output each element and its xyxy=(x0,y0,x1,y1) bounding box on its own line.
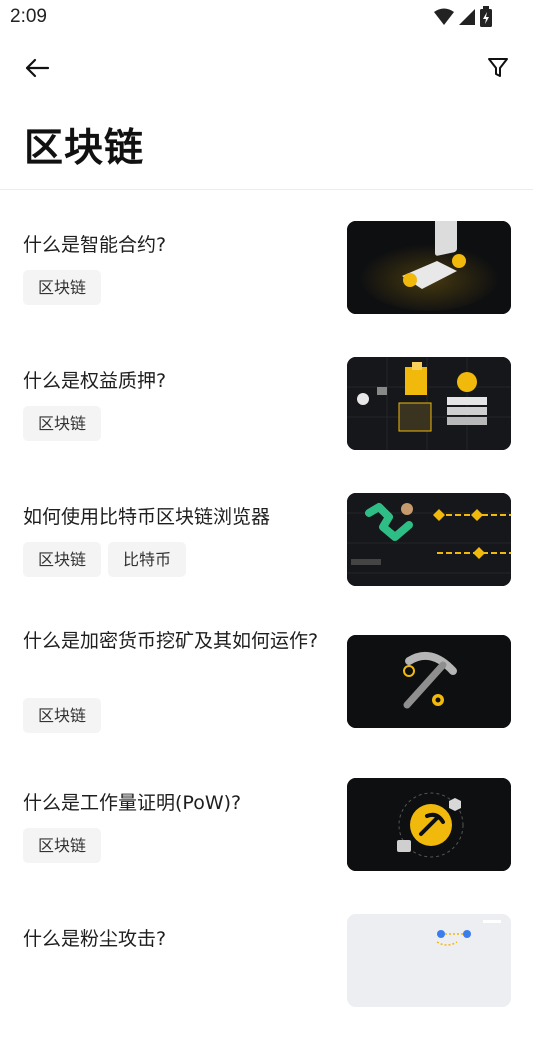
article-thumbnail[interactable] xyxy=(347,635,511,728)
list-item[interactable]: 什么是智能合约? 区块链 xyxy=(0,218,533,360)
status-icons xyxy=(433,6,493,28)
back-button[interactable] xyxy=(22,53,52,83)
tag-list: 区块链 xyxy=(23,270,102,305)
list-item[interactable]: 什么是粉尘攻击? xyxy=(0,898,533,1040)
page-title: 区块链 xyxy=(24,126,145,171)
tag-list: 区块链 比特币 xyxy=(23,542,187,577)
tag-list: 区块链 xyxy=(23,406,102,441)
list-item[interactable]: 什么是加密货币挖矿及其如何运作? 区块链 xyxy=(0,626,533,768)
article-title[interactable]: 如何使用比特币区块链浏览器 xyxy=(23,502,323,533)
filter-button[interactable] xyxy=(483,53,513,83)
tag[interactable]: 区块链 xyxy=(23,828,102,863)
tag[interactable]: 比特币 xyxy=(108,542,187,577)
tag[interactable]: 区块链 xyxy=(23,698,102,733)
list-item[interactable]: 如何使用比特币区块链浏览器 区块链 比特币 xyxy=(0,490,533,632)
list-item[interactable]: 什么是工作量证明(PoW)? 区块链 xyxy=(0,762,533,904)
cell-signal-icon xyxy=(459,9,475,25)
block-explorer-illustration xyxy=(347,493,511,586)
article-thumbnail[interactable] xyxy=(347,493,511,586)
wifi-icon xyxy=(434,8,454,25)
article-title[interactable]: 什么是加密货币挖矿及其如何运作? xyxy=(23,626,323,657)
staking-illustration xyxy=(347,357,511,450)
battery-icon xyxy=(480,6,492,27)
article-title[interactable]: 什么是智能合约? xyxy=(23,230,323,261)
tag-list: 区块链 xyxy=(23,828,102,863)
article-title[interactable]: 什么是粉尘攻击? xyxy=(23,924,323,955)
status-time: 2:09 xyxy=(10,6,47,27)
app-bar xyxy=(0,40,533,96)
status-bar: 2:09 xyxy=(0,0,533,36)
dusting-attack-illustration xyxy=(347,914,511,1007)
filter-icon xyxy=(488,58,508,77)
smart-contract-illustration xyxy=(347,221,511,314)
tag-list: 区块链 xyxy=(23,698,102,733)
header-divider xyxy=(0,189,533,190)
list-item[interactable]: 什么是权益质押? 区块链 xyxy=(0,354,533,496)
article-thumbnail[interactable] xyxy=(347,221,511,314)
proof-of-work-illustration xyxy=(347,778,511,871)
tag[interactable]: 区块链 xyxy=(23,542,102,577)
article-thumbnail[interactable] xyxy=(347,914,511,1007)
article-thumbnail[interactable] xyxy=(347,778,511,871)
article-title[interactable]: 什么是工作量证明(PoW)? xyxy=(23,788,323,819)
tag[interactable]: 区块链 xyxy=(23,270,102,305)
tag[interactable]: 区块链 xyxy=(23,406,102,441)
arrow-left-icon xyxy=(25,58,50,78)
article-title[interactable]: 什么是权益质押? xyxy=(23,366,323,397)
article-thumbnail[interactable] xyxy=(347,357,511,450)
mining-illustration xyxy=(347,635,511,728)
